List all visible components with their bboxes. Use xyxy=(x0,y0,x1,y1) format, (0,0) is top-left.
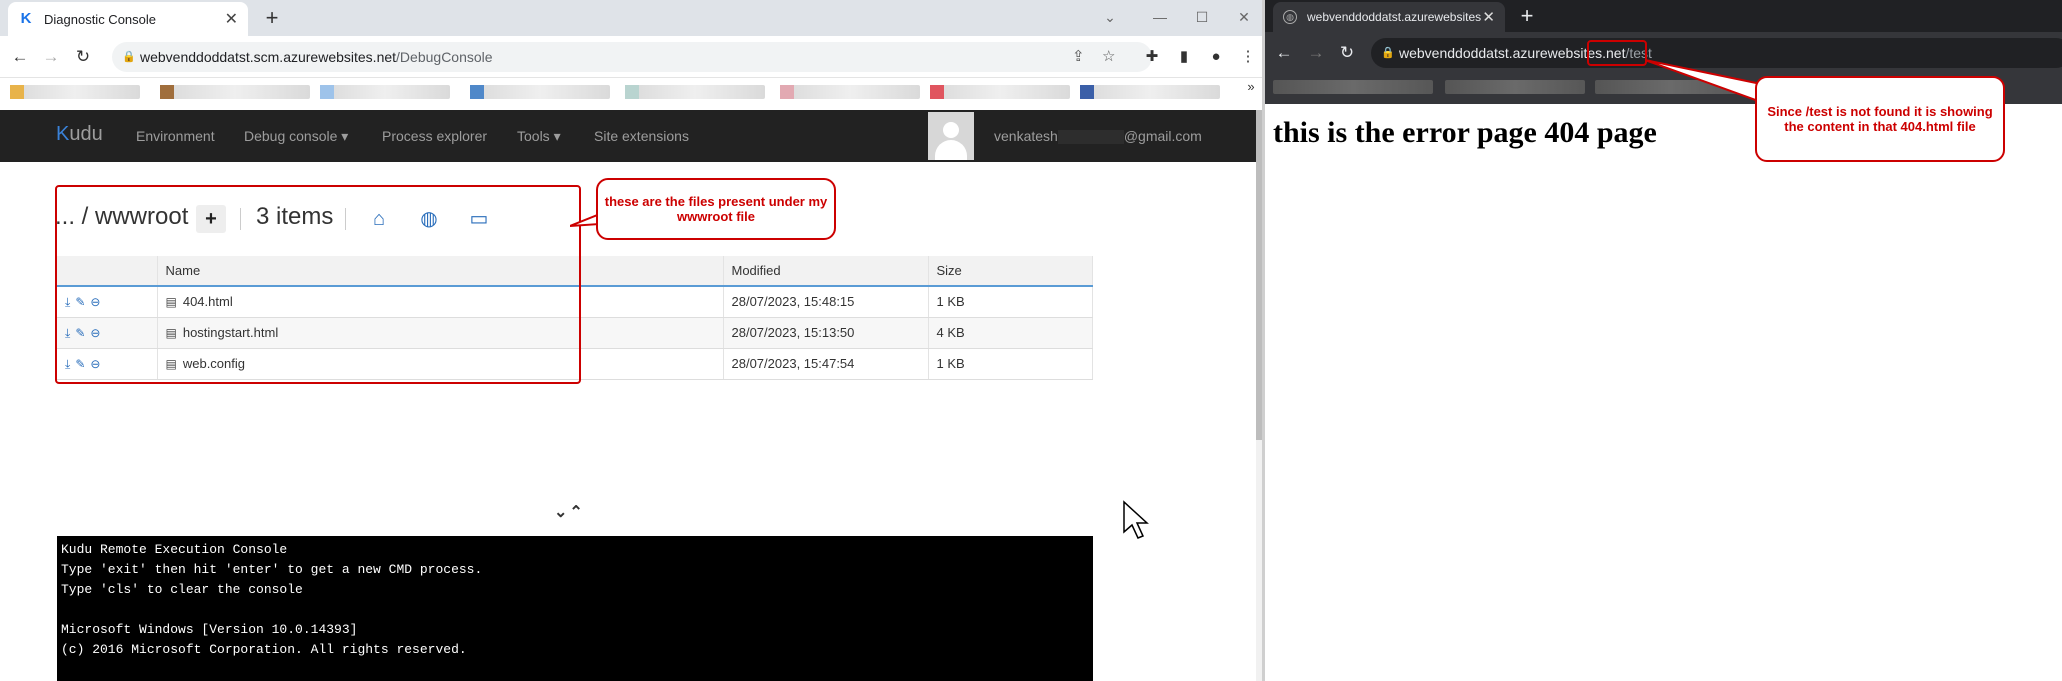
resize-chevrons-icon[interactable]: ⌄⌃ xyxy=(554,502,585,522)
bookmark-item[interactable] xyxy=(320,85,450,99)
tab-strip: K Diagnostic Console ✕ + ⌄ — ☐ ✕ xyxy=(0,0,1262,36)
console-line: Type 'cls' to clear the console xyxy=(61,582,303,597)
forward-arrow-icon[interactable]: → xyxy=(38,44,64,70)
back-arrow-icon[interactable]: ← xyxy=(7,44,33,70)
console-line: (c) 2016 Microsoft Corporation. All righ… xyxy=(61,642,467,657)
col-size[interactable]: Size xyxy=(928,256,1093,287)
tab-diagnostic-console[interactable]: K Diagnostic Console ✕ xyxy=(8,2,248,36)
bookmarks-bar: » xyxy=(0,78,1262,110)
minimize-button[interactable]: — xyxy=(1140,0,1180,36)
console-line: Microsoft Windows [Version 10.0.14393] xyxy=(61,622,358,637)
file-modified: 28/07/2023, 15:47:54 xyxy=(723,348,929,380)
lock-icon: 🔒 xyxy=(122,51,136,63)
chevron-down-icon[interactable]: ⌄ xyxy=(1090,0,1130,36)
url-path: /DebugConsole xyxy=(396,49,493,65)
tab-webvenddoddatst[interactable]: ◍ webvenddoddatst.azurewebsites. ✕ xyxy=(1273,2,1505,32)
profile-icon[interactable]: ● xyxy=(1204,44,1228,70)
avatar[interactable] xyxy=(928,112,974,160)
globe-favicon-icon: ◍ xyxy=(1283,10,1297,24)
bookmark-item[interactable] xyxy=(625,85,765,99)
share-icon[interactable]: ⇪ xyxy=(1072,42,1085,72)
close-tab-icon[interactable]: ✕ xyxy=(1482,8,1495,26)
kudu-favicon-icon: K xyxy=(20,10,32,27)
left-browser-window: K Diagnostic Console ✕ + ⌄ — ☐ ✕ ← → ↻ 🔒… xyxy=(0,0,1262,681)
file-size: 1 KB xyxy=(928,348,1093,380)
reload-icon[interactable]: ↻ xyxy=(1334,40,1360,66)
browser-toolbar: ← → ↻ 🔒 webvenddoddatst.scm.azurewebsite… xyxy=(0,36,1262,78)
extensions-puzzle-icon[interactable]: ✚ xyxy=(1140,44,1164,70)
maximize-button[interactable]: ☐ xyxy=(1182,0,1222,36)
kudu-navbar: Kudu Environment Debug console ▾ Process… xyxy=(0,110,1262,162)
forward-arrow-icon[interactable]: → xyxy=(1303,40,1329,66)
error-page-heading: this is the error page 404 page xyxy=(1273,116,1657,149)
nav-debug-console[interactable]: Debug console ▾ xyxy=(244,128,348,145)
console-line: Kudu Remote Execution Console xyxy=(61,542,288,557)
col-modified[interactable]: Modified xyxy=(723,256,929,287)
new-tab-button[interactable]: + xyxy=(1513,2,1541,30)
bookmark-item[interactable] xyxy=(780,85,920,99)
nav-tools[interactable]: Tools ▾ xyxy=(517,128,561,145)
more-bookmarks-icon[interactable]: » xyxy=(1238,74,1262,100)
nav-environment[interactable]: Environment xyxy=(136,128,215,144)
tab-title: webvenddoddatst.azurewebsites. xyxy=(1307,10,1483,24)
files-highlight-box xyxy=(55,185,581,384)
sidebar-icon[interactable]: ▮ xyxy=(1172,44,1196,70)
user-email: venkatesh @gmail.com xyxy=(994,128,1202,145)
file-size: 1 KB xyxy=(928,286,1093,318)
address-bar[interactable]: 🔒 webvenddoddatst.scm.azurewebsites.net/… xyxy=(112,42,1152,72)
lock-icon: 🔒 xyxy=(1381,47,1395,59)
bookmark-star-icon[interactable]: ☆ xyxy=(1102,42,1115,72)
back-arrow-icon[interactable]: ← xyxy=(1271,40,1297,66)
file-size: 4 KB xyxy=(928,317,1093,349)
kudu-logo-text: udu xyxy=(69,123,103,145)
mouse-cursor-icon xyxy=(1123,500,1149,539)
url-host: webvenddoddatst.scm.azurewebsites.net xyxy=(140,49,397,65)
user-email-suffix: @gmail.com xyxy=(1123,128,1202,144)
menu-dots-icon[interactable]: ⋮ xyxy=(1236,44,1260,70)
url-path-highlight-box xyxy=(1587,40,1647,66)
callout-pointer-icon xyxy=(1645,59,1762,104)
remote-console[interactable]: Kudu Remote Execution Console Type 'exit'… xyxy=(57,536,1093,681)
bookmark-item[interactable] xyxy=(10,85,140,99)
new-tab-button[interactable]: + xyxy=(258,4,286,32)
files-callout: these are the files present under my www… xyxy=(596,178,836,240)
bookmark-item[interactable] xyxy=(470,85,610,99)
kudu-logo-k: K xyxy=(56,123,70,145)
close-window-button[interactable]: ✕ xyxy=(1224,0,1262,36)
bookmark-item[interactable] xyxy=(1273,80,1433,94)
kudu-logo[interactable]: Kudu xyxy=(56,123,103,146)
console-line: Type 'exit' then hit 'enter' to get a ne… xyxy=(61,562,483,577)
notfound-callout: Since /test is not found it is showing t… xyxy=(1755,76,2005,162)
tab-title: Diagnostic Console xyxy=(44,11,157,27)
nav-site-extensions[interactable]: Site extensions xyxy=(594,128,689,144)
bookmark-item[interactable] xyxy=(1080,85,1220,99)
user-email-prefix: venkatesh xyxy=(994,128,1058,144)
bookmark-item[interactable] xyxy=(160,85,310,99)
bookmark-item[interactable] xyxy=(1445,80,1585,94)
nav-process-explorer[interactable]: Process explorer xyxy=(382,128,487,144)
file-modified: 28/07/2023, 15:13:50 xyxy=(723,317,929,349)
file-modified: 28/07/2023, 15:48:15 xyxy=(723,286,929,318)
right-browser-window: ◍ webvenddoddatst.azurewebsites. ✕ + ← →… xyxy=(1265,0,2062,681)
tab-strip: ◍ webvenddoddatst.azurewebsites. ✕ + xyxy=(1265,0,2062,32)
close-tab-icon[interactable]: ✕ xyxy=(225,9,238,29)
reload-icon[interactable]: ↻ xyxy=(70,44,96,70)
bookmark-item[interactable] xyxy=(930,85,1070,99)
